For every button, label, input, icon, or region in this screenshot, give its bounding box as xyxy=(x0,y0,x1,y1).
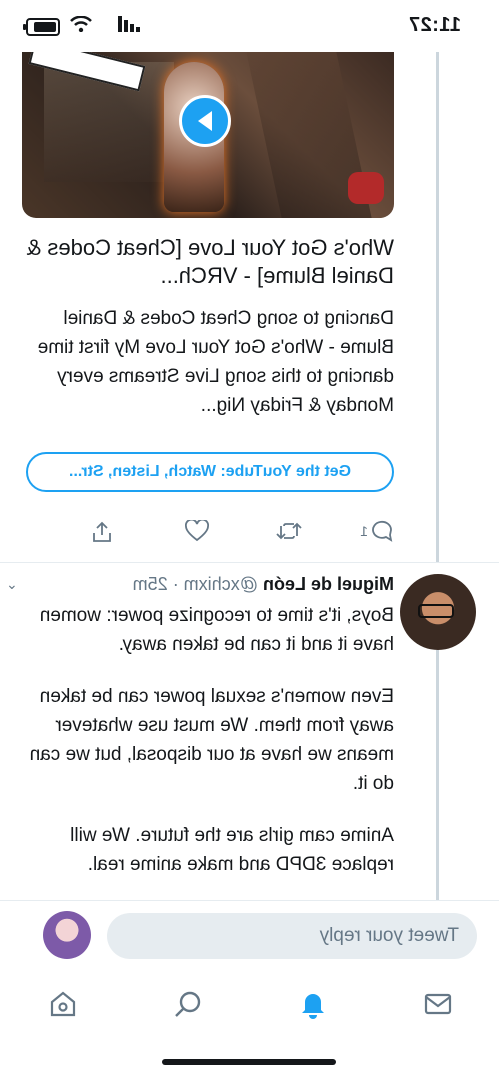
user-avatar[interactable] xyxy=(43,911,91,959)
chevron-down-icon[interactable]: ⌄ xyxy=(6,576,18,593)
reply-input[interactable]: Tweet your reply xyxy=(107,913,477,959)
divider xyxy=(0,562,499,563)
signal-icon xyxy=(118,16,140,32)
tweet-paragraph: Even women's sexual power can be taken a… xyxy=(29,686,394,794)
thread-line xyxy=(436,52,439,562)
link-card[interactable]: Who's Got Your Love [Cheat Codes & Danie… xyxy=(22,52,394,492)
battery-icon xyxy=(26,18,60,36)
author-avatar[interactable] xyxy=(400,574,476,650)
reply-count: 1 xyxy=(360,523,368,539)
tweet-text: Boys, it's time to recognize power: wome… xyxy=(24,601,394,879)
tweet-actions: 1 xyxy=(84,520,394,550)
like-icon xyxy=(185,520,209,542)
bottom-nav xyxy=(0,970,499,1040)
tweet[interactable]: Miguel de León @xchixm · 25m ⌄ Boys, it'… xyxy=(6,574,394,902)
tweet-paragraph: Anime cam girls are the future. We will … xyxy=(70,825,394,875)
card-description: Dancing to song Cheat Codes & Daniel Blu… xyxy=(37,308,394,416)
reply-placeholder: Tweet your reply xyxy=(319,925,459,946)
reply-composer: Tweet your reply xyxy=(0,900,499,971)
author-handle-time: @xchixm · 25m xyxy=(132,574,258,594)
retweet-icon xyxy=(276,522,302,540)
author-name[interactable]: Miguel de León xyxy=(263,574,394,594)
home-icon[interactable] xyxy=(47,988,79,1020)
video-thumbnail[interactable] xyxy=(22,52,394,218)
wifi-icon xyxy=(70,16,92,32)
reply-button[interactable]: 1 xyxy=(360,520,394,542)
status-time: 11:27 xyxy=(408,14,461,36)
like-button[interactable] xyxy=(185,520,209,542)
retweet-button[interactable] xyxy=(276,520,302,542)
card-title[interactable]: Who's Got Your Love [Cheat Codes & Danie… xyxy=(22,234,394,290)
share-icon xyxy=(93,521,111,542)
share-button[interactable] xyxy=(90,520,114,544)
home-indicator xyxy=(162,1059,336,1065)
thread-line xyxy=(436,650,439,900)
vr-headset-icon xyxy=(348,172,384,204)
notifications-bell-icon[interactable] xyxy=(297,988,329,1020)
mirrored-screen: 11:27 Who's Got Your Love [Cheat Codes &… xyxy=(0,0,499,1079)
tweet-header: Miguel de León @xchixm · 25m xyxy=(24,574,394,595)
play-icon[interactable] xyxy=(179,95,231,147)
tweet-paragraph: Boys, it's time to recognize power: wome… xyxy=(39,605,394,655)
status-bar: 11:27 xyxy=(0,0,499,52)
card-app-link-button[interactable]: Get the YouTube: Watch, Listen, Str... xyxy=(26,452,394,492)
messages-icon[interactable] xyxy=(422,988,454,1020)
search-icon[interactable] xyxy=(172,988,204,1020)
reply-icon xyxy=(372,520,393,542)
